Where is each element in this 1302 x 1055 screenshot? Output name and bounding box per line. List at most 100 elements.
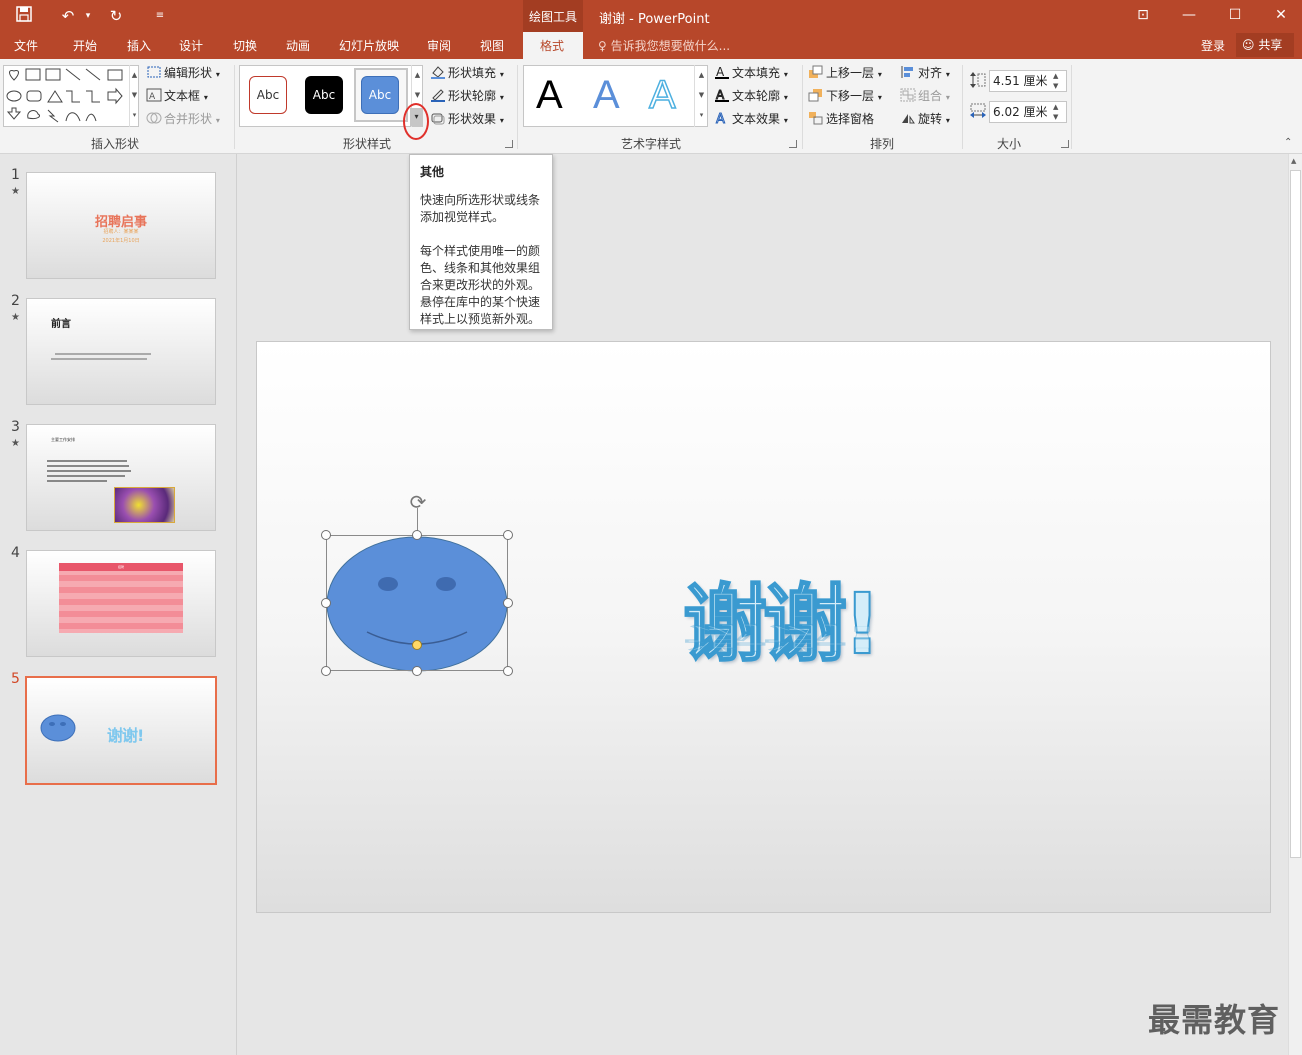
send-backward-label: 下移一层	[826, 89, 875, 103]
resize-handle-s[interactable]	[412, 666, 422, 676]
slide-thumbnail-5-selected[interactable]: 谢谢!	[25, 676, 217, 785]
animation-star-icon: ★	[11, 186, 20, 197]
bring-forward-label: 上移一层	[826, 66, 875, 80]
shapes-gallery[interactable]	[3, 65, 139, 127]
edit-shape-button[interactable]: 编辑形状 ▾	[146, 63, 220, 83]
wordart-gallery-scroll[interactable]: ▲ ▼ ▾	[694, 65, 708, 127]
pen-icon	[430, 88, 446, 102]
watermark: 最需教育	[1148, 1001, 1281, 1039]
customize-quick-access-icon[interactable]: ≡	[150, 6, 170, 26]
shape-height-spinner[interactable]: ▲ ▼	[1053, 71, 1058, 91]
shape-height-icon	[969, 71, 987, 89]
tab-slideshow[interactable]: 幻灯片放映	[339, 37, 399, 54]
slide-thumbnail-3[interactable]: 主要工作安排	[26, 424, 216, 531]
resize-handle-e[interactable]	[503, 598, 513, 608]
shape-effects-button[interactable]: 形状效果 ▾	[430, 109, 504, 129]
share-label: 共享	[1258, 38, 1283, 52]
group-button[interactable]: 组合 ▾	[900, 86, 950, 106]
slide-thumbnail-4[interactable]: 招聘	[26, 550, 216, 657]
text-effects-button[interactable]: A 文本效果 ▾	[714, 109, 788, 129]
slide-thumbnail-1[interactable]: 招聘启事 招聘人：某某某 2021年1月10日	[26, 172, 216, 279]
align-button[interactable]: 对齐 ▾	[900, 63, 950, 83]
shape-fill-label: 形状填充	[448, 66, 497, 80]
shape-width-spinner[interactable]: ▲ ▼	[1053, 102, 1058, 122]
scroll-up-icon[interactable]: ▲	[1291, 157, 1296, 165]
tab-format[interactable]: 格式	[523, 32, 583, 59]
align-icon	[900, 65, 916, 79]
minimize-button[interactable]: —	[1174, 4, 1204, 26]
merge-shapes-button[interactable]: 合并形状 ▾	[146, 109, 220, 129]
resize-handle-ne[interactable]	[503, 530, 513, 540]
shape-style-swatch-2[interactable]: Abc	[305, 76, 343, 114]
size-dialog-launcher[interactable]	[1061, 140, 1069, 148]
text-box-label: 文本框	[164, 89, 201, 103]
wordart-style-1[interactable]: A	[536, 73, 563, 118]
tab-insert[interactable]: 插入	[127, 37, 151, 54]
slide-thumbnail-2[interactable]: 前言	[26, 298, 216, 405]
resize-handle-se[interactable]	[503, 666, 513, 676]
bring-forward-button[interactable]: 上移一层 ▾	[808, 63, 882, 83]
tab-review[interactable]: 审阅	[427, 37, 451, 54]
undo-dropdown-icon[interactable]: ▾	[78, 6, 98, 26]
text-fill-button[interactable]: A 文本填充 ▾	[714, 63, 788, 83]
slide-number: 1	[11, 167, 20, 183]
tab-design[interactable]: 设计	[179, 37, 203, 54]
selection-pane-button[interactable]: 选择窗格	[808, 109, 874, 129]
rotate-handle-icon[interactable]: ⟳	[406, 490, 430, 514]
shape-fill-button[interactable]: 形状填充 ▾	[430, 63, 504, 83]
resize-handle-sw[interactable]	[321, 666, 331, 676]
size-group-label: 大小	[997, 137, 1022, 151]
tab-format-label: 格式	[540, 39, 565, 53]
wordart-dialog-launcher[interactable]	[789, 140, 797, 148]
resize-handle-n[interactable]	[412, 530, 422, 540]
shape-style-swatch-3[interactable]: Abc	[361, 76, 399, 114]
ribbon-display-options-icon[interactable]: ⊡	[1128, 4, 1158, 26]
vertical-scrollbar[interactable]: ▲	[1288, 154, 1302, 1055]
save-icon[interactable]	[14, 6, 34, 26]
tab-view[interactable]: 视图	[480, 37, 504, 54]
share-button[interactable]: ☺ 共享	[1236, 33, 1294, 57]
merge-shapes-label: 合并形状	[164, 112, 213, 126]
shape-outline-button[interactable]: 形状轮廓 ▾	[430, 86, 504, 106]
rotate-button[interactable]: 旋转 ▾	[900, 109, 950, 129]
group-icon	[900, 88, 916, 102]
login-link[interactable]: 登录	[1201, 37, 1225, 54]
send-backward-button[interactable]: 下移一层 ▾	[808, 86, 882, 106]
text-box-button[interactable]: A 文本框 ▾	[146, 86, 208, 106]
shape-styles-dialog-launcher[interactable]	[505, 140, 513, 148]
highlight-circle	[403, 103, 429, 140]
wordart-style-2[interactable]: A	[593, 73, 620, 118]
thumb-text-line	[47, 475, 125, 477]
wordart-style-3[interactable]: A	[648, 72, 676, 118]
tab-home[interactable]: 开始	[73, 37, 97, 54]
tab-file[interactable]: 文件	[14, 37, 38, 54]
tell-me-box[interactable]: ♀ 告诉我您想要做什么...	[598, 37, 730, 54]
text-effects-label: 文本效果	[732, 112, 781, 126]
slide-canvas[interactable]: ⟳ 谢谢! 谢谢!	[256, 341, 1271, 913]
scroll-thumb[interactable]	[1290, 170, 1301, 858]
slide-number: 3	[11, 419, 20, 435]
shape-styles-group-label: 形状样式	[343, 137, 392, 151]
wordart-group-label: 艺术字样式	[621, 137, 682, 151]
thumb-date: 2021年1月10日	[102, 238, 140, 244]
adjust-handle[interactable]	[412, 640, 422, 650]
arrange-group-label: 排列	[870, 137, 895, 151]
undo-icon[interactable]: ↶	[58, 6, 78, 26]
thumb-text-line	[47, 465, 129, 467]
shape-style-swatch-1[interactable]: Abc	[249, 76, 287, 114]
resize-handle-nw[interactable]	[321, 530, 331, 540]
resize-handle-w[interactable]	[321, 598, 331, 608]
separator	[234, 65, 235, 149]
tab-animations[interactable]: 动画	[286, 37, 310, 54]
shapes-gallery-scroll[interactable]: ▲ ▼ ▾	[129, 65, 139, 127]
redo-icon[interactable]: ↻	[106, 6, 126, 26]
close-button[interactable]: ✕	[1266, 4, 1296, 26]
text-effects-icon: A	[714, 111, 730, 128]
insert-shapes-group-label: 插入形状	[91, 137, 140, 151]
maximize-button[interactable]: ☐	[1220, 4, 1250, 26]
tab-transitions[interactable]: 切换	[233, 37, 257, 54]
thumb-thanks-text: 谢谢!	[107, 726, 144, 745]
separator	[517, 65, 518, 149]
text-outline-button[interactable]: A 文本轮廓 ▾	[714, 86, 788, 106]
collapse-ribbon-icon[interactable]: ⌃	[1284, 137, 1292, 148]
